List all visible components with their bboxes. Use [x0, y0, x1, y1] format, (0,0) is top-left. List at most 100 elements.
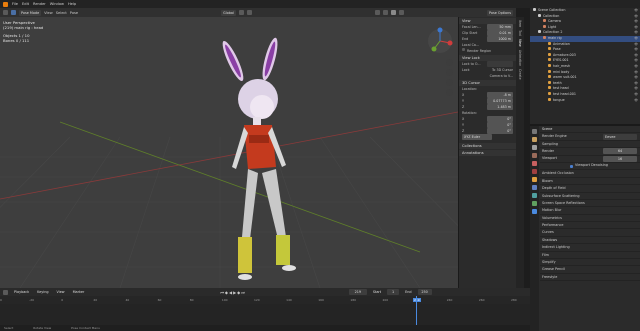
menu-render[interactable]: Render [33, 2, 46, 6]
xray-icon[interactable] [382, 10, 388, 15]
render-region-checkbox[interactable] [462, 48, 465, 51]
object-tab-icon[interactable] [532, 177, 537, 182]
mode-dropdown[interactable]: Pose Mode [19, 9, 42, 16]
solid-shading-icon[interactable] [390, 10, 396, 15]
navigation-gizmo[interactable] [426, 27, 454, 55]
tab-create[interactable]: Create [518, 69, 522, 80]
denoise-checkbox[interactable] [570, 164, 573, 168]
render-samples-field[interactable]: 64 [603, 148, 637, 155]
end-frame-field[interactable]: 250 [417, 289, 432, 295]
render-region-label: Render Region [467, 49, 492, 53]
physics-tab-icon[interactable] [532, 193, 537, 198]
outliner-type-icon [548, 75, 551, 79]
pose-options-dropdown[interactable]: Pose Options [486, 9, 513, 16]
blender-logo-icon[interactable] [3, 1, 8, 7]
orientation-dropdown[interactable]: Global [221, 9, 236, 16]
scene-tab-icon[interactable] [532, 161, 537, 166]
outliner: Scene Collection 👁 Collection 👁 Camera 👁 Light… [530, 8, 640, 124]
camera-view-icon[interactable] [446, 79, 453, 86]
bunny-character[interactable] [219, 36, 296, 280]
editor-type-icon[interactable] [3, 10, 8, 15]
property-section-header[interactable]: Film [540, 252, 640, 260]
snap-icon[interactable] [238, 10, 244, 15]
render-samples-label: Render [542, 148, 555, 153]
view-layer-tab-icon[interactable] [532, 153, 537, 158]
status-select: Select [4, 326, 14, 330]
property-section-header[interactable]: Simplify [540, 259, 640, 267]
zoom-icon[interactable] [446, 59, 453, 66]
property-section-header[interactable]: Freestyle [540, 274, 640, 282]
ruler-tick-label: 80 [189, 298, 194, 302]
proportional-icon[interactable] [246, 10, 252, 15]
timeline-editor-icon[interactable] [3, 289, 8, 295]
rotation-mode-dropdown[interactable]: XYZ Euler [462, 134, 492, 140]
property-section-header[interactable]: Subsurface Scattering [540, 193, 640, 200]
next-key-icon[interactable]: ◆ [237, 290, 240, 295]
outliner-item-label: tongue [553, 97, 565, 102]
property-section-header[interactable]: Volumetrics [540, 215, 640, 223]
ruler-tick-label: 160 [318, 298, 324, 302]
output-tab-icon[interactable] [532, 145, 537, 150]
marker-menu[interactable]: Marker [71, 289, 87, 295]
current-frame-field[interactable]: 219 [348, 289, 367, 295]
property-section-header[interactable]: Grease Pencil [540, 266, 640, 274]
playhead[interactable] [415, 296, 417, 325]
collections-section-header[interactable]: Collections [459, 143, 516, 149]
outliner-list: Scene Collection 👁 Collection 👁 Camera 👁 Light… [530, 8, 640, 103]
tab-item[interactable]: Item [518, 20, 522, 27]
play-reverse-icon[interactable]: ◀ [229, 290, 232, 295]
frame-ruler[interactable]: -40-200204060801001201401601802002192402… [0, 296, 530, 304]
prev-key-icon[interactable]: ◆ [225, 290, 228, 295]
overlay-icon[interactable] [374, 10, 380, 15]
tab-view[interactable]: View [518, 39, 522, 47]
modifier-tab-icon[interactable] [532, 185, 537, 190]
timeline-view-menu[interactable]: View [55, 289, 67, 295]
property-section-header[interactable]: Depth of Field [540, 185, 640, 193]
jump-start-icon[interactable]: ⏮ [220, 290, 224, 295]
property-section-header[interactable]: Screen Space Reflections [540, 200, 640, 208]
status-context-menu: Pose Context Menu [71, 326, 101, 330]
sampling-section-header[interactable]: Sampling [540, 141, 640, 149]
property-section-header[interactable]: Motion Blur [540, 207, 640, 215]
outliner-item-label: Animation [553, 41, 570, 46]
menu-select[interactable]: Select [56, 11, 67, 15]
annotations-section-header[interactable]: Annotations [459, 150, 516, 156]
clip-end-field[interactable]: 1000 m [487, 36, 513, 42]
pan-icon[interactable] [446, 69, 453, 76]
tab-tool[interactable]: Tool [518, 30, 522, 36]
viewport-samples-field[interactable]: 16 [603, 155, 637, 162]
tool-tab-icon[interactable] [532, 129, 537, 134]
keying-menu[interactable]: Keying [35, 289, 50, 295]
cursor-z-field[interactable]: 1.483 m [487, 104, 513, 110]
visibility-eye-icon[interactable]: 👁 [634, 98, 638, 104]
property-section-header[interactable]: Curves [540, 229, 640, 237]
render-tab-icon[interactable] [532, 137, 537, 142]
select-box-icon[interactable] [11, 10, 16, 15]
menu-window[interactable]: Window [50, 2, 64, 6]
property-section-header[interactable]: Ambient Occlusion [540, 170, 640, 178]
menu-view[interactable]: View [44, 11, 53, 15]
property-section-header[interactable]: Shadows [540, 237, 640, 245]
property-section-header[interactable]: Performance [540, 222, 640, 230]
render-engine-dropdown[interactable]: Eevee [603, 133, 637, 140]
menu-edit[interactable]: Edit [22, 2, 29, 6]
menu-help[interactable]: Help [68, 2, 76, 6]
world-tab-icon[interactable] [532, 169, 537, 174]
property-section-header[interactable]: Indirect Lighting [540, 244, 640, 252]
tab-animation[interactable]: Animation [518, 50, 522, 66]
3d-viewport[interactable]: User Perspective (219) main rig : head O… [0, 17, 458, 288]
outliner-item[interactable]: tongue 👁 [530, 97, 640, 104]
data-tab-icon[interactable] [532, 201, 537, 206]
outliner-type-icon [538, 13, 541, 17]
property-section-header[interactable]: Bloom [540, 178, 640, 186]
menu-file[interactable]: File [12, 2, 18, 6]
ortho-toggle-icon[interactable] [446, 89, 453, 96]
bone-tab-icon[interactable] [532, 209, 537, 214]
camera-to-view-checkbox[interactable]: Camera to V... [490, 73, 513, 79]
menu-pose[interactable]: Pose [70, 11, 78, 15]
play-icon[interactable]: ▶ [233, 290, 236, 295]
material-shading-icon[interactable] [398, 10, 404, 15]
jump-end-icon[interactable]: ⏭ [241, 290, 245, 295]
playback-menu[interactable]: Playback [12, 289, 31, 295]
start-frame-field[interactable]: 1 [387, 289, 400, 295]
